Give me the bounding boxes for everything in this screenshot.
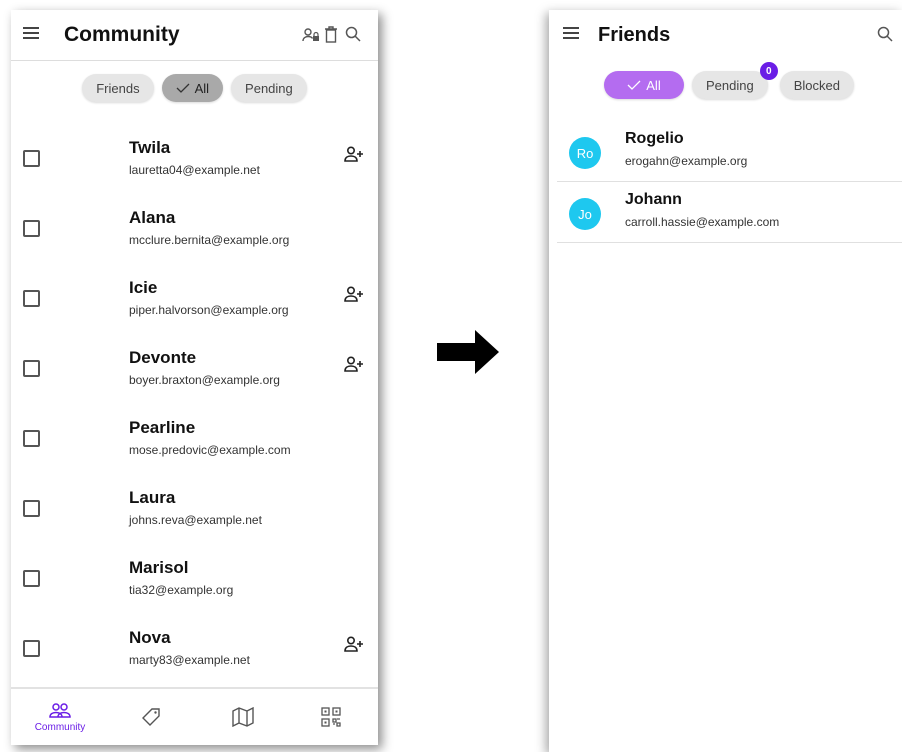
friends-screen: Friends All Pending 0 Blocked Ro Rogelio… [549, 10, 902, 752]
friend-name: Johann [625, 191, 682, 208]
avatar: Ro [569, 137, 601, 169]
community-icon [49, 702, 71, 718]
user-name: Twila [129, 138, 171, 157]
chip-all[interactable]: All [604, 71, 684, 99]
check-icon [176, 83, 190, 93]
user-name: Alana [129, 208, 176, 227]
arrow-right-icon [437, 330, 499, 374]
chip-label: Pending [706, 77, 754, 93]
chip-blocked[interactable]: Blocked [779, 71, 854, 99]
user-email: mcclure.bernita@example.org [129, 233, 290, 247]
search-icon[interactable] [345, 26, 361, 42]
friends-app-bar: Friends [549, 10, 902, 54]
user-email: piper.halvorson@example.org [129, 303, 289, 317]
chip-label: Blocked [793, 77, 840, 93]
tag-icon [142, 708, 160, 726]
chip-pending[interactable]: Pending [231, 74, 307, 102]
chip-label: Friends [96, 80, 140, 96]
filter-chips: Friends All Pending [11, 74, 378, 102]
add-friend-icon[interactable] [344, 286, 364, 307]
add-friend-icon[interactable] [344, 356, 364, 377]
list-item[interactable]: Ro Rogelio erogahn@example.org [557, 121, 902, 182]
nav-tags[interactable] [131, 689, 171, 745]
pending-count-badge: 0 [759, 62, 778, 80]
select-checkbox[interactable] [23, 220, 40, 237]
list-item[interactable]: Pearline mose.predovic@example.com [11, 404, 378, 474]
add-friend-icon[interactable] [344, 146, 364, 167]
select-checkbox[interactable] [23, 500, 40, 517]
nav-qr-code[interactable] [311, 689, 351, 745]
chip-pending[interactable]: Pending 0 [692, 62, 778, 99]
user-name: Devonte [129, 348, 197, 367]
nav-community-label: Community [34, 721, 86, 733]
filter-chips: All Pending 0 Blocked [604, 62, 854, 99]
chip-label: All [194, 80, 210, 96]
user-name: Pearline [129, 418, 196, 437]
user-email: tia32@example.org [129, 583, 234, 597]
friend-email: carroll.hassie@example.com [625, 215, 780, 229]
chip-all[interactable]: All [161, 74, 224, 102]
chip-label: Pending [245, 80, 293, 96]
avatar: Jo [569, 198, 601, 230]
user-name: Marisol [129, 558, 189, 577]
page-title: Community [64, 23, 180, 46]
chip-friends[interactable]: Friends [82, 74, 154, 102]
menu-icon[interactable] [563, 27, 579, 39]
bottom-navigation: Community [11, 687, 378, 745]
nav-map[interactable] [223, 689, 263, 745]
select-checkbox[interactable] [23, 640, 40, 657]
qr-code-icon [321, 707, 341, 727]
list-item[interactable]: Devonte boyer.braxton@example.org [11, 334, 378, 404]
select-checkbox[interactable] [23, 150, 40, 167]
community-screen: Community Friends All Pending Twila laur… [11, 10, 378, 745]
list-item[interactable]: Jo Johann carroll.hassie@example.com [557, 182, 902, 243]
user-email: marty83@example.net [129, 653, 250, 667]
user-name: Icie [129, 278, 158, 297]
friend-email: erogahn@example.org [625, 154, 748, 168]
select-checkbox[interactable] [23, 360, 40, 377]
select-checkbox[interactable] [23, 430, 40, 447]
community-app-bar: Community [11, 10, 378, 61]
user-name: Nova [129, 628, 171, 647]
user-email: johns.reva@example.net [129, 513, 262, 527]
user-name: Laura [129, 488, 176, 507]
search-icon[interactable] [877, 26, 893, 42]
list-item[interactable]: Marisol tia32@example.org [11, 544, 378, 614]
user-lock-icon[interactable] [302, 27, 320, 43]
friend-name: Rogelio [625, 130, 684, 147]
map-icon [232, 707, 254, 727]
delete-icon[interactable] [324, 26, 338, 43]
list-item[interactable]: Icie piper.halvorson@example.org [11, 264, 378, 334]
add-friend-icon[interactable] [344, 636, 364, 657]
list-item[interactable]: Twila lauretta04@example.net [11, 124, 378, 194]
menu-icon[interactable] [23, 27, 39, 39]
user-email: boyer.braxton@example.org [129, 373, 280, 387]
chip-label: All [646, 77, 661, 93]
check-icon [627, 80, 641, 90]
list-item[interactable]: Nova marty83@example.net [11, 614, 378, 684]
page-title: Friends [598, 24, 671, 46]
nav-community[interactable]: Community [25, 689, 95, 745]
user-email: mose.predovic@example.com [129, 443, 291, 457]
user-email: lauretta04@example.net [129, 163, 260, 177]
list-item[interactable]: Alana mcclure.bernita@example.org [11, 194, 378, 264]
select-checkbox[interactable] [23, 290, 40, 307]
list-item[interactable]: Laura johns.reva@example.net [11, 474, 378, 544]
select-checkbox[interactable] [23, 570, 40, 587]
